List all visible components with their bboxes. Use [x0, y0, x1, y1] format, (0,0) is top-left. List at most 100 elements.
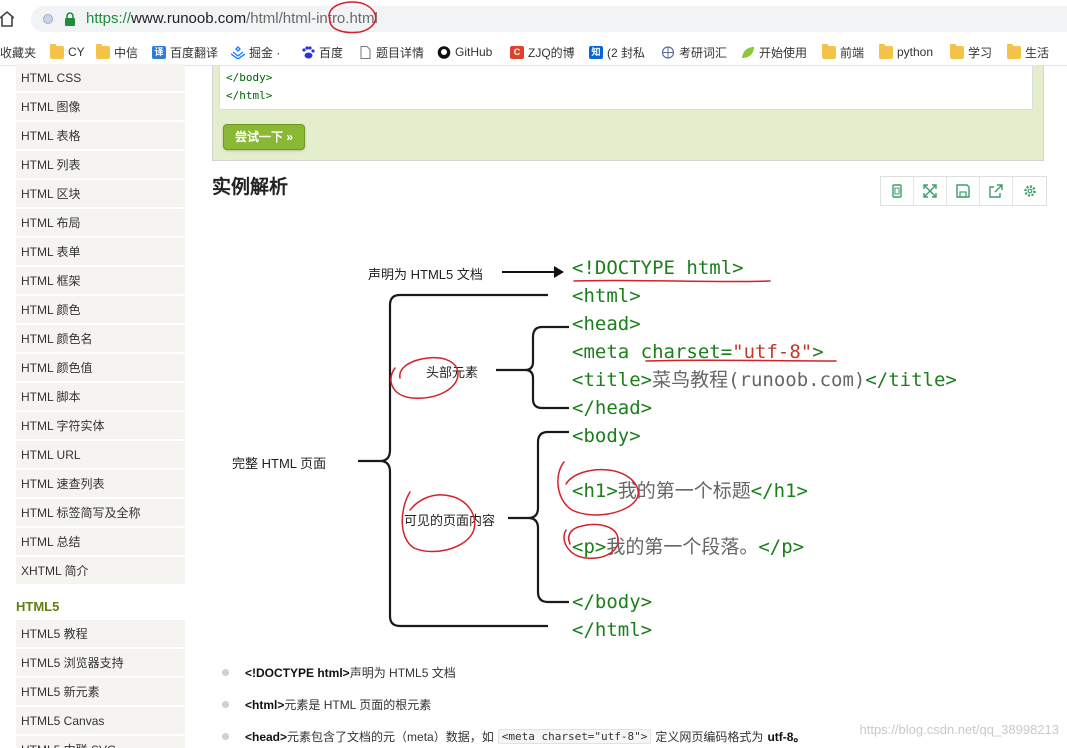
code-p: <p>我的第一个段落。</p>	[572, 536, 804, 558]
code-doctype: <!DOCTYPE html>	[572, 257, 744, 279]
html-structure-diagram: 声明为 HTML5 文档 头部元素 完整 HTML 页面 可见的页面内容 <!D…	[212, 210, 1052, 650]
globe-icon	[661, 45, 675, 59]
bookmark-frontend[interactable]: 前端	[822, 43, 864, 61]
share-button[interactable]	[980, 177, 1013, 205]
sidebar-item-html-summary[interactable]: HTML 总结	[16, 528, 185, 556]
code-token: "utf-8"	[732, 341, 813, 363]
code-html-open: <html>	[572, 285, 641, 307]
url-host: www.runoob.com	[131, 10, 247, 27]
label-visible-content: 可见的页面内容	[404, 513, 496, 528]
bookmark-problem-detail[interactable]: 题目详情	[358, 43, 424, 61]
save-button[interactable]	[947, 177, 980, 205]
copy-icon	[892, 184, 902, 198]
code-head-close: </head>	[572, 397, 653, 419]
sidebar-item-html5-new-elements[interactable]: HTML5 新元素	[16, 678, 185, 706]
settings-icon	[1023, 185, 1036, 197]
sidebar-item-html-lists[interactable]: HTML 列表	[16, 151, 185, 179]
list-item: <!DOCTYPE html> 声明为 HTML5 文档	[222, 664, 456, 681]
sidebar-item-html-scripts[interactable]: HTML 脚本	[16, 383, 185, 411]
list-item-bold: utf-8。	[767, 730, 806, 744]
bookmark-csdn[interactable]: C ZJQ的博	[510, 43, 575, 61]
bookmark-zhihu[interactable]: 知 (2 封私	[589, 43, 645, 61]
bookmark-favorites[interactable]: 收藏夹	[0, 43, 36, 61]
sidebar-heading-html5: HTML5	[16, 599, 60, 614]
bookmark-label: (2 封私	[607, 45, 646, 60]
copy-button[interactable]	[881, 177, 914, 205]
sidebar-item-html-entities[interactable]: HTML 字符实体	[16, 412, 185, 440]
juejin-icon	[231, 45, 245, 59]
doctype-arrow	[502, 266, 564, 278]
sidebar-item-html-layout[interactable]: HTML 布局	[16, 209, 185, 237]
sidebar-item-html5-browser-support[interactable]: HTML5 浏览器支持	[16, 649, 185, 677]
sidebar-item-html-css[interactable]: HTML CSS	[16, 64, 185, 92]
code-token: <title>	[572, 369, 653, 391]
list-item-tag: <html>	[245, 697, 285, 712]
bookmark-baidu[interactable]: 百度	[301, 43, 343, 61]
code-token: 我的第一个段落。	[606, 536, 759, 558]
label-doctype: 声明为 HTML5 文档	[368, 267, 483, 282]
sidebar-item-html-colorvalues[interactable]: HTML 颜色值	[16, 354, 185, 382]
bookmark-baidu-translate[interactable]: 译百度翻译	[152, 43, 218, 61]
sidebar-item-html-colornames[interactable]: HTML 颜色名	[16, 325, 185, 353]
settings-button[interactable]	[1013, 177, 1046, 205]
list-item: <head> 元素包含了文档的元（meta）数据，如 <meta charset=…	[222, 728, 805, 745]
bookmark-label: 百度	[319, 45, 344, 60]
code-title: <title>菜鸟教程(runoob.com)</title>	[572, 369, 957, 391]
lock-icon[interactable]	[64, 12, 76, 26]
sidebar-item-html-blocks[interactable]: HTML 区块	[16, 180, 185, 208]
folder-icon	[50, 43, 64, 59]
bookmark-label: 考研词汇	[679, 45, 728, 60]
page-icon	[360, 45, 371, 59]
sidebar-item-html-frames[interactable]: HTML 框架	[16, 267, 185, 295]
bookmark-github[interactable]: GitHub	[437, 43, 492, 61]
code-token: </h1>	[750, 480, 808, 502]
bookmark-label: 学习	[968, 45, 993, 60]
folder-icon	[96, 43, 110, 59]
code-block: </body> </html>	[219, 66, 1033, 110]
code-token: <!DOCTYPE html>	[572, 257, 744, 279]
try-it-button[interactable]: 尝试一下 »	[223, 124, 305, 150]
zhihu-icon: 知	[589, 45, 603, 59]
sidebar-item-html-images[interactable]: HTML 图像	[16, 93, 185, 121]
bookmark-python[interactable]: python	[879, 43, 933, 61]
bookmark-zhongxin[interactable]: 中信	[96, 43, 138, 61]
fullscreen-icon	[923, 184, 937, 198]
url-bar[interactable]: https://www.runoob.com/html/html-intro.h…	[31, 6, 1067, 32]
list-item-text: 定义网页编码格式为	[655, 730, 764, 744]
code-head-open: <head>	[572, 313, 641, 335]
bookmark-cy[interactable]: CY	[50, 43, 85, 61]
sidebar-item-xhtml-intro[interactable]: XHTML 简介	[16, 557, 185, 585]
fullscreen-button[interactable]	[914, 177, 947, 205]
code-token: </p>	[758, 536, 805, 558]
site-info-icon[interactable]	[43, 14, 53, 24]
sidebar-item-html-forms[interactable]: HTML 表单	[16, 238, 185, 266]
sidebar-item-html-tag-names[interactable]: HTML 标签简写及全称	[16, 499, 185, 527]
bullet-dot	[222, 733, 229, 740]
example-box: </body> </html> 尝试一下 »	[212, 66, 1044, 161]
sidebar-item-html-colors[interactable]: HTML 颜色	[16, 296, 185, 324]
sidebar-item-html-quicklist[interactable]: HTML 速查列表	[16, 470, 185, 498]
label-full-page: 完整 HTML 页面	[232, 456, 327, 471]
url-text[interactable]: https://www.runoob.com/html/html-intro.h…	[86, 10, 378, 28]
bookmarks-bar: 收藏夹 CY 中信 译百度翻译 掘金 · 百度 题目详情 GitHub C ZJQ…	[0, 38, 1067, 66]
bookmark-label: 收藏夹	[0, 45, 37, 60]
code-line: </html>	[226, 89, 273, 102]
sidebar-item-html5-svg[interactable]: HTML5 内联 SVG	[16, 736, 185, 748]
sidebar-item-html-tables[interactable]: HTML 表格	[16, 122, 185, 150]
bookmark-life[interactable]: 生活	[1007, 43, 1049, 61]
home-icon[interactable]	[0, 10, 14, 28]
code-token: 菜鸟教程(runoob.com)	[652, 369, 866, 391]
list-item-text: 元素是 HTML 页面的根元素	[284, 698, 432, 712]
sidebar-item-html5-tutorial[interactable]: HTML5 教程	[16, 620, 185, 648]
label-head-elements: 头部元素	[426, 365, 479, 380]
bookmark-study[interactable]: 学习	[950, 43, 992, 61]
sidebar-item-html5-canvas[interactable]: HTML5 Canvas	[16, 707, 185, 735]
bookmark-get-started[interactable]: 开始使用	[741, 43, 807, 61]
code-token: <meta	[572, 341, 641, 363]
bookmark-vocab[interactable]: 考研词汇	[661, 43, 727, 61]
bookmark-juejin[interactable]: 掘金 ·	[231, 43, 280, 61]
url-path: /html/html-intro.html	[246, 10, 378, 27]
folder-icon	[822, 43, 836, 59]
sidebar-item-html-url[interactable]: HTML URL	[16, 441, 185, 469]
sidebar-nav: HTML CSS HTML 图像 HTML 表格 HTML 列表 HTML 区块…	[0, 64, 190, 748]
